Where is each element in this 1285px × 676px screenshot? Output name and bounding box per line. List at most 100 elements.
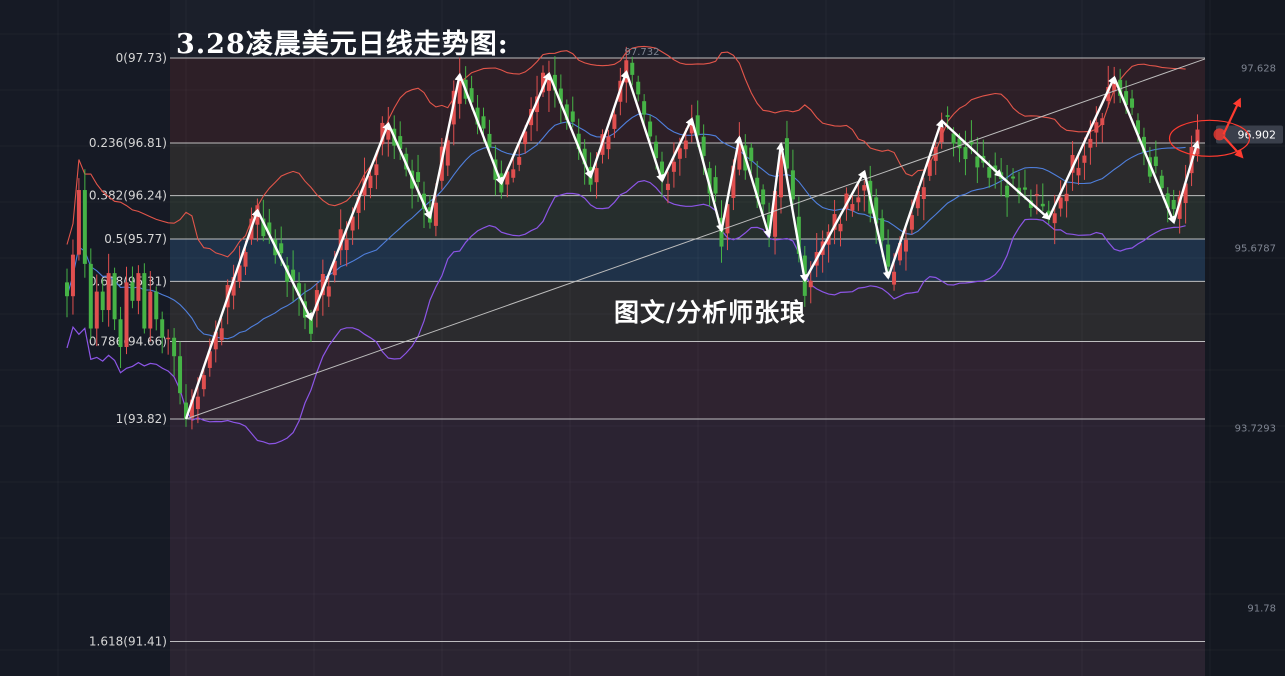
candle-body xyxy=(112,273,117,320)
candle-body xyxy=(374,164,379,176)
author-watermark: 图文/分析师张琅 xyxy=(614,298,807,327)
candle-body xyxy=(124,282,129,347)
candle-body xyxy=(481,116,486,129)
candle-body xyxy=(243,252,248,267)
candle-body xyxy=(100,291,105,311)
candle-body xyxy=(570,111,575,122)
candle-body xyxy=(677,148,682,159)
candle-body xyxy=(975,156,980,168)
candle-body xyxy=(790,170,795,200)
y-tick-label: 95.6787 xyxy=(1235,243,1276,254)
candle-body xyxy=(838,223,843,232)
candle-body xyxy=(1040,203,1045,207)
candle-body xyxy=(517,156,522,165)
candle-body xyxy=(713,177,718,194)
candle-body xyxy=(701,136,706,156)
candle-body xyxy=(65,282,69,297)
candle-body xyxy=(665,183,670,191)
candle-body xyxy=(648,121,653,137)
candle-body xyxy=(594,168,599,183)
candle-body xyxy=(862,185,867,191)
candle-body xyxy=(368,175,373,189)
fib-zone xyxy=(170,142,1205,196)
fib-label: 0.236(96.81) xyxy=(89,136,167,150)
candle-body xyxy=(856,197,861,203)
candle-body xyxy=(987,167,992,178)
candle-body xyxy=(148,291,153,329)
candle-body xyxy=(546,79,551,91)
candle-body xyxy=(683,140,688,150)
chart-stage: 0(97.73) 0.236(96.81) 0.382(96.24) 0.5(95.7… xyxy=(0,0,1285,676)
fib-label: 0.5(95.77) xyxy=(104,232,167,246)
fib-zone xyxy=(170,419,1205,642)
high-marker-label: 97.732 xyxy=(625,47,660,58)
candle-body xyxy=(808,280,813,288)
candle-body xyxy=(963,147,968,160)
candle-body xyxy=(118,319,123,347)
candle-body xyxy=(172,337,177,357)
candle-body xyxy=(1100,118,1105,126)
candle-body xyxy=(76,190,81,255)
candle-body xyxy=(344,238,349,251)
fib-label: 1.618(91.41) xyxy=(89,635,167,649)
candle-body xyxy=(70,254,75,297)
candle-body xyxy=(160,319,165,338)
y-tick-label: 97.628 xyxy=(1241,63,1276,74)
candle-body xyxy=(1088,138,1093,148)
fib-zones xyxy=(170,58,1205,676)
candle-body xyxy=(1005,185,1010,198)
candle-body xyxy=(749,147,754,162)
candle-body xyxy=(903,239,908,252)
candle-body xyxy=(892,271,897,285)
candle-body xyxy=(642,101,647,115)
candle-body xyxy=(511,169,516,178)
candle-body xyxy=(1011,176,1016,179)
candle-body xyxy=(1076,167,1081,176)
candle-body xyxy=(909,215,914,230)
candle-body xyxy=(1034,194,1039,196)
fib-label: 0(97.73) xyxy=(116,51,167,65)
candle-body xyxy=(201,375,206,390)
candle-body xyxy=(1171,199,1176,210)
candle-body xyxy=(1159,175,1164,189)
candle-body xyxy=(939,127,944,143)
axis-area xyxy=(1205,0,1285,676)
candle-body xyxy=(326,286,331,297)
candle-body xyxy=(1130,98,1135,108)
candle-body xyxy=(1022,187,1027,190)
candle-body xyxy=(612,114,617,129)
candle-body xyxy=(1064,193,1069,202)
candle-body xyxy=(106,273,111,311)
candle-body xyxy=(951,133,956,144)
candle-body xyxy=(1153,156,1158,166)
dollar-daily-chart: 0(97.73) 0.236(96.81) 0.382(96.24) 0.5(95.7… xyxy=(0,0,1285,676)
y-tick-label: 91.78 xyxy=(1247,603,1276,614)
candle-body xyxy=(850,204,855,211)
fib-zone xyxy=(170,238,1205,282)
candle-body xyxy=(1094,122,1099,133)
candle-body xyxy=(886,244,891,267)
candle-body xyxy=(1082,155,1087,163)
candle-body xyxy=(195,396,200,410)
candle-body xyxy=(136,273,141,301)
candle-body xyxy=(130,282,135,301)
candle-body xyxy=(1052,213,1057,224)
candle-body xyxy=(880,218,885,241)
candle-body xyxy=(88,263,93,329)
candle-body xyxy=(82,190,87,264)
candle-body xyxy=(142,273,147,329)
candle-body xyxy=(178,356,183,394)
candle-body xyxy=(1058,197,1063,209)
current-price-label: 96.902 xyxy=(1238,128,1277,141)
fib-label: 1(93.82) xyxy=(116,412,167,426)
fib-label: 0.382(96.24) xyxy=(89,189,167,203)
candle-body xyxy=(921,187,926,199)
chart-title: 3.28凌晨美元日线走势图: xyxy=(176,29,509,60)
candle-body xyxy=(279,243,284,254)
candle-body xyxy=(636,81,641,95)
candle-body xyxy=(630,62,635,75)
candle-body xyxy=(416,172,421,183)
candle-body xyxy=(671,161,676,172)
candle-body xyxy=(94,291,99,329)
candle-body xyxy=(219,328,224,341)
